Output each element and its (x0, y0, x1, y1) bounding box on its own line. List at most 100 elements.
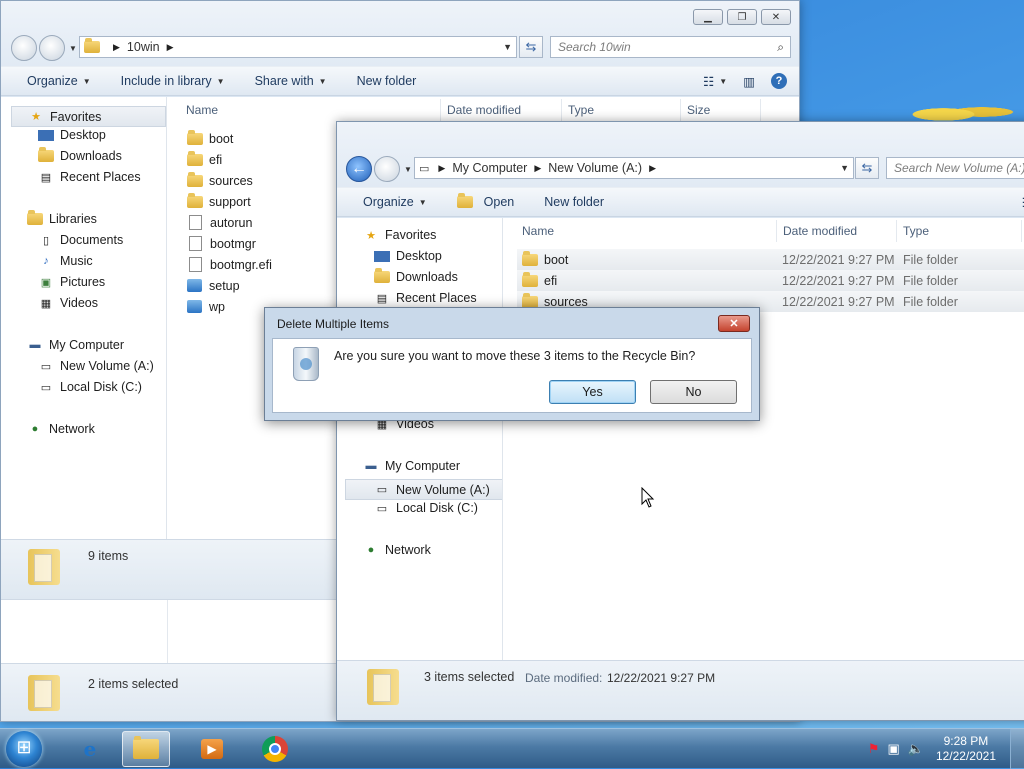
file-row[interactable]: setup (187, 275, 240, 296)
new-folder-button[interactable]: New folder (544, 195, 604, 209)
nav-favorites[interactable]: ★ Favorites (11, 106, 166, 127)
maximize-button[interactable]: ❐ (727, 9, 757, 25)
close-icon[interactable]: ✕ (718, 315, 750, 332)
network-tray-icon[interactable]: ▣ (887, 741, 899, 757)
file-row[interactable]: wp (187, 296, 225, 317)
internet-explorer-icon[interactable]: e (66, 731, 114, 767)
nav-libraries[interactable]: Libraries (27, 210, 97, 226)
nav-buttons: ▼ (11, 35, 77, 61)
file-row[interactable]: support (187, 191, 251, 212)
breadcrumb-arrow-icon[interactable]: ▶ (649, 163, 656, 174)
nav-desktop[interactable]: Desktop (374, 249, 442, 263)
nav-my-computer[interactable]: ▬ My Computer (27, 338, 125, 352)
refresh-button[interactable]: ⇆ (855, 157, 879, 179)
yes-button[interactable]: Yes (549, 380, 636, 404)
chevron-down-icon[interactable]: ▼ (503, 42, 512, 52)
nav-videos[interactable]: ▦ Videos (38, 296, 98, 310)
file-name: bootmgr (210, 236, 256, 251)
forward-button[interactable] (39, 35, 65, 61)
file-row[interactable]: efi (187, 149, 222, 170)
show-desktop-button[interactable] (1010, 729, 1024, 769)
file-row-selected[interactable]: boot 12/22/2021 9:27 PM File folder (517, 249, 1024, 270)
start-button[interactable] (6, 731, 42, 767)
close-button[interactable]: ✕ (761, 9, 791, 25)
back-button[interactable]: ← (346, 156, 372, 182)
column-name[interactable]: Name (516, 220, 777, 242)
include-in-library-button[interactable]: Include in library ▼ (121, 74, 225, 88)
nav-network[interactable]: ● Network (363, 543, 431, 557)
file-row[interactable]: boot (187, 128, 233, 149)
share-with-button[interactable]: Share with ▼ (255, 74, 327, 88)
nav-my-computer[interactable]: ▬ My Computer (363, 459, 461, 473)
nav-recent-places[interactable]: ▤ Recent Places (374, 291, 477, 305)
column-size[interactable]: Size (681, 99, 761, 121)
refresh-button[interactable]: ⇆ (519, 36, 543, 58)
help-icon[interactable]: ? (771, 73, 787, 89)
recent-pages-icon[interactable]: ▼ (404, 165, 412, 174)
forward-button[interactable] (374, 156, 400, 182)
new-folder-button[interactable]: New folder (357, 74, 417, 88)
back-button[interactable] (11, 35, 37, 61)
address-bar[interactable]: ▶ 10win ▶ ▼ (79, 36, 517, 58)
local-disk-icon: ▭ (376, 502, 388, 515)
breadcrumb-new-volume[interactable]: New Volume (A:) (548, 161, 642, 175)
column-type[interactable]: Type (897, 220, 1022, 242)
folder-icon (187, 171, 203, 187)
breadcrumb-arrow-icon[interactable]: ▶ (534, 163, 541, 174)
nav-local-disk[interactable]: ▭ Local Disk (C:) (38, 380, 142, 394)
taskbar: e ▶ ⚑ ▣ 🔈 9:28 PM 12/22/2021 (0, 728, 1024, 769)
organize-button[interactable]: Organize ▼ (363, 195, 427, 209)
media-player-icon[interactable]: ▶ (188, 731, 236, 767)
nav-new-volume[interactable]: ▭ New Volume (A:) (345, 479, 502, 500)
column-name[interactable]: Name (180, 99, 441, 121)
column-date-modified[interactable]: Date modified (777, 220, 897, 242)
nav-desktop[interactable]: Desktop (38, 128, 106, 142)
nav-network[interactable]: ● Network (27, 422, 95, 436)
file-name: bootmgr.efi (210, 257, 272, 272)
desktop-icon (374, 250, 390, 262)
file-row[interactable]: sources (187, 170, 253, 191)
nav-pictures[interactable]: ▣ Pictures (38, 275, 105, 289)
volume-icon[interactable]: 🔈 (908, 741, 924, 757)
chevron-down-icon[interactable]: ▼ (840, 163, 849, 173)
chrome-icon[interactable] (251, 731, 299, 767)
preview-pane-icon[interactable]: ▥ (743, 74, 755, 89)
nav-downloads[interactable]: Downloads (38, 147, 122, 163)
breadcrumb-arrow-icon[interactable]: ▶ (167, 42, 174, 53)
dialog-body: Are you sure you want to move these 3 it… (272, 338, 752, 413)
column-type[interactable]: Type (562, 99, 681, 121)
minimize-button[interactable]: ▁ (693, 9, 723, 25)
organize-button[interactable]: Organize ▼ (27, 74, 91, 88)
nav-music[interactable]: ♪ Music (38, 254, 92, 268)
date-modified-value: 12/22/2021 9:27 PM (607, 671, 716, 685)
open-button[interactable]: Open (456, 193, 514, 209)
action-center-flag-icon[interactable]: ⚑ (868, 741, 880, 757)
address-bar[interactable]: ▭ ▶ My Computer ▶ New Volume (A:) ▶ ▼ (414, 157, 854, 179)
recent-pages-icon[interactable]: ▼ (69, 44, 77, 53)
file-row[interactable]: autorun (187, 212, 252, 233)
breadcrumb-10win[interactable]: 10win (127, 40, 160, 54)
clock[interactable]: 9:28 PM 12/22/2021 (936, 734, 996, 764)
nav-downloads[interactable]: Downloads (374, 268, 458, 284)
nav-documents[interactable]: ▯ Documents (38, 233, 123, 247)
nav-favorites[interactable]: ★ Favorites (363, 228, 436, 242)
file-row-selected[interactable]: efi 12/22/2021 9:27 PM File folder (517, 270, 1024, 291)
search-input[interactable]: Search New Volume (A:) (886, 157, 1024, 179)
file-row[interactable]: bootmgr (187, 233, 256, 254)
view-options-icon[interactable]: ☷ ▼ (703, 74, 727, 89)
file-row[interactable]: bootmgr.efi (187, 254, 272, 275)
search-input[interactable]: Search 10win ⌕ (550, 36, 791, 58)
breadcrumb-arrow-icon[interactable]: ▶ (438, 163, 445, 174)
nav-new-volume[interactable]: ▭ New Volume (A:) (38, 359, 154, 373)
no-button[interactable]: No (650, 380, 737, 404)
file-name: support (209, 194, 251, 209)
search-icon: ⌕ (777, 39, 784, 54)
nav-recent-places[interactable]: ▤ Recent Places (38, 170, 141, 184)
column-date-modified[interactable]: Date modified (441, 99, 562, 121)
delete-confirmation-dialog: Delete Multiple Items ✕ Are you sure you… (264, 307, 760, 421)
explorer-icon[interactable] (122, 731, 170, 767)
local-disk-icon: ▭ (40, 381, 52, 394)
nav-local-disk[interactable]: ▭ Local Disk (C:) (374, 501, 478, 515)
breadcrumb-arrow-icon[interactable]: ▶ (113, 42, 120, 53)
breadcrumb-my-computer[interactable]: My Computer (452, 161, 527, 175)
